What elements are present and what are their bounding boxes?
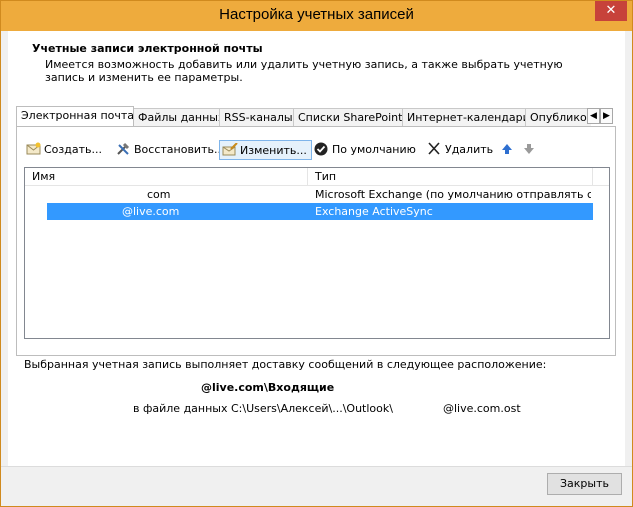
tab-scroll-right-icon[interactable]: ▶ <box>600 108 613 124</box>
delivery-location: @live.com\Входящие <box>201 381 335 394</box>
accounts-toolbar: Создать... Восстановить... Изменить... П… <box>18 139 608 161</box>
tab-published[interactable]: Опублико <box>525 108 591 126</box>
account-settings-window: Настройка учетных записей ✕ Учетные запи… <box>0 0 633 507</box>
delivery-datafile-name: @live.com.ost <box>443 402 521 415</box>
move-up-button[interactable] <box>500 140 518 160</box>
window-close-button[interactable]: ✕ <box>595 1 627 21</box>
tab-sharepoint-lists[interactable]: Списки SharePoint <box>293 108 403 126</box>
arrow-down-icon <box>522 142 538 156</box>
repair-button-label: Восстановить... <box>134 143 225 156</box>
header-panel: Учетные записи электронной почты Имеется… <box>8 31 625 91</box>
title-bar[interactable]: Настройка учетных записей ✕ <box>1 1 632 31</box>
tab-data-files[interactable]: Файлы данных <box>133 108 225 126</box>
edit-account-icon <box>222 142 238 157</box>
header-title: Учетные записи электронной почты <box>32 42 263 55</box>
change-button[interactable]: Изменить... <box>219 140 312 160</box>
close-button[interactable]: Закрыть <box>547 473 622 495</box>
account-type-cell: Microsoft Exchange (по умолчанию отправл… <box>315 188 591 201</box>
set-default-button[interactable]: По умолчанию <box>314 140 416 160</box>
tab-strip: Электронная почта Файлы данных RSS-канал… <box>16 106 591 126</box>
tab-email[interactable]: Электронная почта <box>16 106 134 126</box>
tools-icon <box>116 142 132 156</box>
arrow-up-icon <box>500 142 516 156</box>
remove-button[interactable]: Удалить <box>427 140 493 160</box>
accounts-list-header: Имя Тип <box>25 168 609 186</box>
delete-x-icon <box>427 142 443 156</box>
window-title: Настройка учетных записей <box>219 6 414 23</box>
account-name-cell: com <box>147 188 171 201</box>
delivery-datafile-path: в файле данных C:\Users\Алексей\...\Outl… <box>133 402 393 415</box>
account-type-cell: Exchange ActiveSync <box>315 205 433 218</box>
create-button-label: Создать... <box>44 143 102 156</box>
close-button-label: Закрыть <box>560 477 609 490</box>
table-row[interactable]: com Microsoft Exchange (по умолчанию отп… <box>25 186 593 203</box>
column-header-type[interactable]: Тип <box>308 168 593 185</box>
tab-scroll-left-icon[interactable]: ◀ <box>587 108 600 124</box>
new-account-icon <box>26 142 42 156</box>
create-button[interactable]: Создать... <box>26 140 102 160</box>
tab-internet-calendars[interactable]: Интернет-календари <box>402 108 530 126</box>
account-name-cell: @live.com <box>122 205 180 218</box>
set-default-button-label: По умолчанию <box>332 143 416 156</box>
checkmark-icon <box>314 142 330 156</box>
header-description: Имеется возможность добавить или удалить… <box>45 58 563 84</box>
repair-button[interactable]: Восстановить... <box>116 140 224 160</box>
accounts-list[interactable]: Имя Тип com Microsoft Exchange (по умолч… <box>24 167 610 339</box>
table-row[interactable]: @live.com Exchange ActiveSync <box>25 203 593 220</box>
footer-divider <box>1 466 632 467</box>
delivery-info-label: Выбранная учетная запись выполняет доста… <box>24 358 547 371</box>
remove-button-label: Удалить <box>445 143 494 156</box>
change-button-label: Изменить... <box>240 144 307 157</box>
column-header-name[interactable]: Имя <box>25 168 308 185</box>
tab-rss-feeds[interactable]: RSS-каналы <box>219 108 294 126</box>
content-area: Электронная почта Файлы данных RSS-канал… <box>8 91 625 466</box>
row-left-blank <box>25 203 47 220</box>
move-down-button[interactable] <box>522 140 540 160</box>
